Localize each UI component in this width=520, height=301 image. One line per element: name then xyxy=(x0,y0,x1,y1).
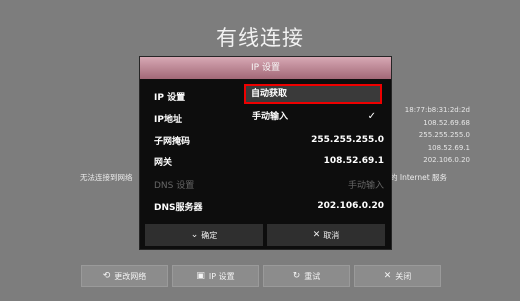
change-network-button[interactable]: ⟲ 更改网络 xyxy=(81,265,168,287)
subnet-value: 255.255.255.0 xyxy=(418,131,470,139)
dns-server-value: 202.106.0.20 xyxy=(317,201,384,211)
ip-setting-label: IP 设置 xyxy=(154,92,186,103)
dns-setting-value: 手动输入 xyxy=(347,180,384,191)
gateway-label: 网关 xyxy=(154,157,173,168)
close-button[interactable]: ✕ 关闭 xyxy=(354,265,441,287)
ip-setting-dropdown[interactable]: 自动获取 xyxy=(244,84,382,104)
ip-settings-button[interactable]: ▣ IP 设置 xyxy=(172,265,259,287)
close-icon: ✕ xyxy=(312,230,321,240)
ip-address-label: IP地址 xyxy=(154,114,182,125)
retry-icon: ↻ xyxy=(292,271,301,281)
dialog-footer: ⌄ 确定 ✕ 取消 xyxy=(145,224,385,246)
cancel-label: 取消 xyxy=(323,230,340,240)
subnet-label: 子网掩码 xyxy=(154,136,191,147)
dns-setting-row: DNS 设置 手动输入 xyxy=(154,177,384,191)
dns-server-row[interactable]: DNS服务器 202.106.0.20 xyxy=(154,199,384,213)
ip-settings-icon: ▣ xyxy=(196,271,205,281)
change-network-label: 更改网络 xyxy=(114,271,147,281)
check-icon: ✓ xyxy=(367,111,376,122)
gateway-row[interactable]: 网关 108.52.69.1 xyxy=(154,154,384,168)
screen-title: 有线连接 xyxy=(216,26,304,50)
dns-server-label: DNS服务器 xyxy=(154,202,203,213)
dialog-title: IP 设置 xyxy=(140,57,391,79)
dns-setting-label: DNS 设置 xyxy=(154,180,195,191)
ok-button[interactable]: ⌄ 确定 xyxy=(145,224,263,246)
dropdown-option-manual[interactable]: 手动输入 ✓ xyxy=(244,109,382,125)
status-text-right: 的 Internet 服务 xyxy=(390,173,448,182)
dropdown-option-manual-label: 手动输入 xyxy=(252,112,289,122)
ip-settings-label: IP 设置 xyxy=(208,271,235,281)
chevron-down-icon: ⌄ xyxy=(190,230,199,240)
gateway-value: 108.52.69.1 xyxy=(427,143,470,152)
ip-address-value: 108.52.69.68 xyxy=(423,118,470,127)
bottom-action-bar: ⟲ 更改网络 ▣ IP 设置 ↻ 重试 ✕ 关闭 xyxy=(81,265,441,287)
dropdown-option-auto[interactable]: 自动获取 xyxy=(246,86,380,102)
retry-label: 重试 xyxy=(304,271,321,281)
refresh-network-icon: ⟲ xyxy=(102,271,111,281)
dns-value: 202.106.0.20 xyxy=(423,156,470,164)
ip-settings-dialog: IP 设置 IP 设置 IP地址 子网掩码 255.255.255.0 网关 1… xyxy=(139,56,392,250)
close-icon: ✕ xyxy=(383,271,392,281)
retry-button[interactable]: ↻ 重试 xyxy=(263,265,350,287)
ok-label: 确定 xyxy=(201,230,218,240)
connection-details: 18:77:b8:31:2d:2d 108.52.69.68 255.255.2… xyxy=(398,104,470,167)
status-text-left: 无法连接到网络 xyxy=(80,173,133,182)
mac-address-value: 18:77:b8:31:2d:2d xyxy=(404,106,470,114)
close-label: 关闭 xyxy=(395,271,412,281)
cancel-button[interactable]: ✕ 取消 xyxy=(267,224,385,246)
gateway-value: 108.52.69.1 xyxy=(323,156,384,166)
subnet-value: 255.255.255.0 xyxy=(311,135,384,145)
subnet-row[interactable]: 子网掩码 255.255.255.0 xyxy=(154,133,384,147)
